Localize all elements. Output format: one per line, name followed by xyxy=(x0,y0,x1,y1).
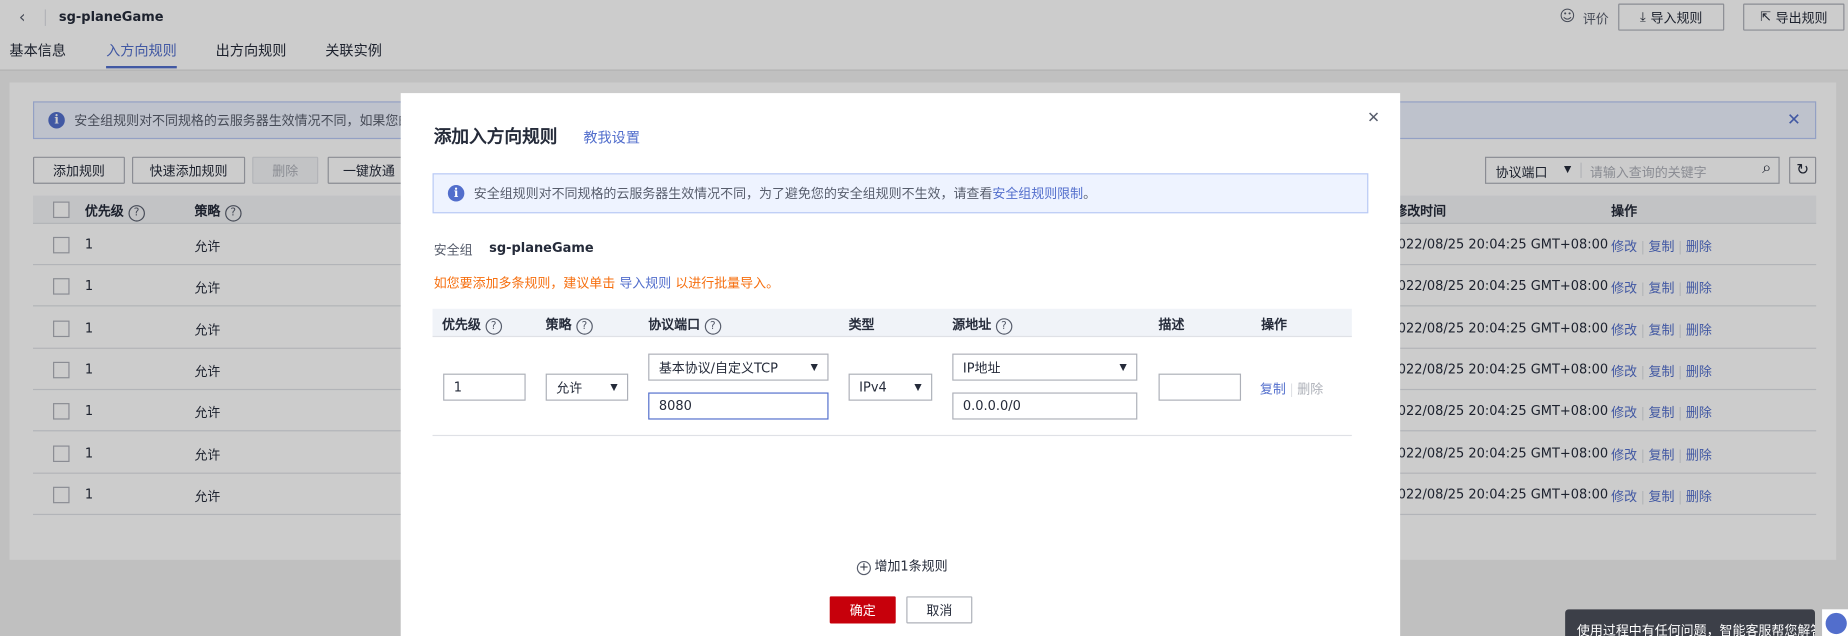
help-icon[interactable]: ? xyxy=(576,318,593,335)
delete-rule-link[interactable]: 删除 xyxy=(1297,382,1323,397)
cancel-button[interactable]: 取消 xyxy=(906,596,973,624)
help-icon[interactable]: ? xyxy=(485,318,502,335)
help-icon[interactable]: ? xyxy=(995,318,1013,335)
dialog-info-text: 安全组规则对不同规格的云服务器生效情况不同，为了避免您的安全组规则不生效，请查看… xyxy=(473,186,1097,202)
confirm-button[interactable]: 确定 xyxy=(829,596,896,624)
col-desc: 描述 xyxy=(1158,317,1185,333)
dialog-info-banner: i 安全组规则对不同规格的云服务器生效情况不同，为了避免您的安全组规则不生效，请… xyxy=(432,173,1369,214)
add-inbound-rule-dialog: 添加入方向规则 教我设置 ✕ i 安全组规则对不同规格的云服务器生效情况不同，为… xyxy=(400,93,1401,636)
close-icon[interactable]: ✕ xyxy=(1367,110,1380,128)
priority-input[interactable]: 1 xyxy=(443,373,526,401)
protocol-select[interactable]: 基本协议/自定义TCP xyxy=(648,353,829,381)
col-priority: 优先级 ? xyxy=(442,315,502,335)
import-rules-link[interactable]: 导入规则 xyxy=(619,276,671,291)
copy-rule-link[interactable]: 复制 xyxy=(1260,382,1286,397)
plus-circle-icon: + xyxy=(856,560,871,575)
col-protocol: 协议端口 ? xyxy=(648,315,722,335)
description-input[interactable] xyxy=(1158,373,1242,401)
sg-label: 安全组 xyxy=(433,242,473,259)
col-policy: 策略 ? xyxy=(546,315,593,335)
rule-actions: 复制 | 删除 xyxy=(1259,381,1324,398)
col-source: 源地址 ? xyxy=(952,315,1013,335)
info-icon: i xyxy=(447,185,465,202)
add-rule-link[interactable]: + 增加1条规则 xyxy=(856,556,948,575)
source-type-select[interactable]: IP地址 xyxy=(952,353,1138,381)
help-tooltip: 使用过程中有任何问题，智能客服帮您解答 xyxy=(1565,609,1815,636)
sg-value: sg-planeGame xyxy=(489,240,594,256)
divider xyxy=(432,434,1352,437)
ip-type-select[interactable]: IPv4 xyxy=(848,373,933,401)
source-address-input[interactable]: 0.0.0.0/0 xyxy=(952,392,1138,420)
col-type: 类型 xyxy=(848,317,875,333)
rule-table-header: 优先级 ? 策略 ? 协议端口 ? 类型 源地址 ? 描述 操作 xyxy=(432,308,1352,338)
col-actions: 操作 xyxy=(1261,317,1287,333)
help-link[interactable]: 教我设置 xyxy=(583,127,640,147)
page: ‹ sg-planeGame ☺ 评价 ⤓ 导入规则 ⇱ 导出规则 基本信息 入方向… xyxy=(0,0,1848,636)
chat-icon xyxy=(1825,612,1847,635)
policy-select[interactable]: 允许 xyxy=(545,373,629,401)
bulk-import-hint: 如您要添加多条规则，建议单击 导入规则 以进行批量导入。 xyxy=(433,275,780,292)
chat-bot-button[interactable] xyxy=(1822,609,1848,636)
help-icon[interactable]: ? xyxy=(704,318,722,335)
port-input[interactable]: 8080 xyxy=(648,392,829,420)
dialog-title: 添加入方向规则 xyxy=(433,126,558,148)
limits-link[interactable]: 安全组规则限制 xyxy=(992,186,1083,201)
